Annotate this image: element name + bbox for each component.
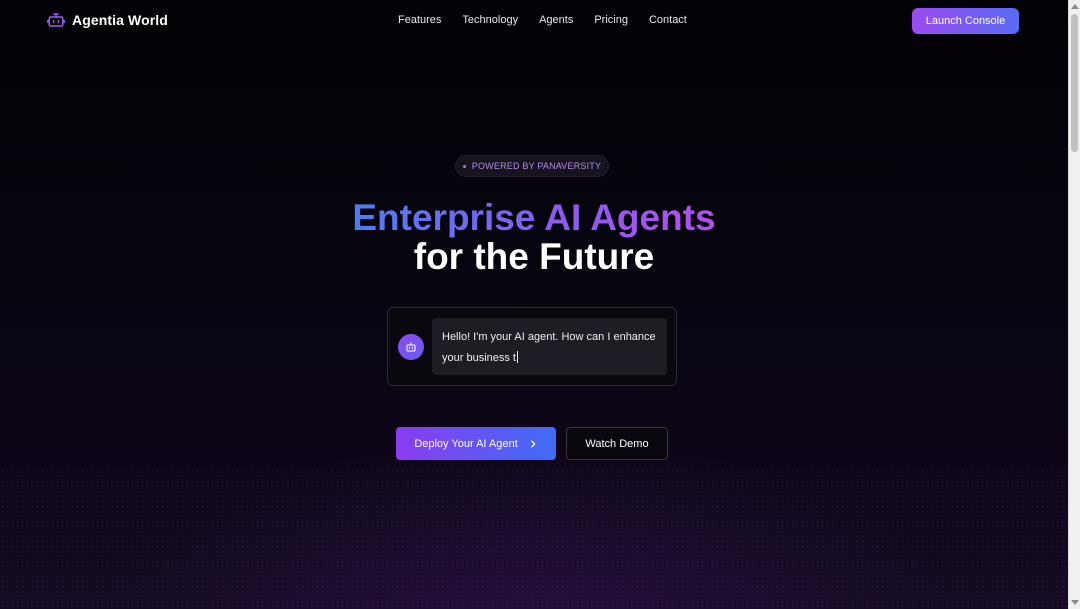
page: Agentia World Features Technology Agents… [0, 0, 1068, 609]
chevron-right-icon [530, 439, 535, 448]
top-nav: Agentia World Features Technology Agents… [0, 0, 1068, 42]
brand-logo[interactable]: Agentia World [47, 11, 168, 29]
watch-demo-button[interactable]: Watch Demo [566, 427, 668, 460]
hero-title-line1: Enterprise AI Agents [0, 196, 1068, 240]
powered-by-badge: POWERED BY PANAVERSITY [455, 155, 609, 177]
badge-text: POWERED BY PANAVERSITY [471, 161, 602, 171]
deploy-agent-button[interactable]: Deploy Your AI Agent [396, 427, 556, 460]
robot-icon [406, 342, 416, 352]
page-scrollbar[interactable] [1068, 0, 1080, 609]
hero-title-line2: for the Future [413, 236, 655, 277]
hero-title-gradient-text: Enterprise AI Agents [352, 197, 716, 238]
bot-avatar [398, 334, 424, 360]
nav-links: Features Technology Agents Pricing Conta… [398, 14, 687, 26]
nav-link-technology[interactable]: Technology [462, 14, 518, 26]
scroll-thumb[interactable] [1071, 14, 1078, 152]
nav-link-agents[interactable]: Agents [539, 14, 573, 26]
chat-bubble: Hello! I'm your AI agent. How can I enha… [432, 318, 667, 375]
typing-caret [516, 351, 518, 363]
dot-icon [462, 164, 466, 168]
brand-name: Agentia World [72, 12, 168, 28]
scroll-down-arrow-icon[interactable] [1071, 600, 1079, 605]
nav-link-features[interactable]: Features [398, 14, 441, 26]
chat-message: Hello! I'm your AI agent. How can I enha… [442, 331, 656, 364]
nav-link-pricing[interactable]: Pricing [594, 14, 628, 26]
chat-preview-card: Hello! I'm your AI agent. How can I enha… [387, 307, 677, 386]
robot-icon [47, 13, 65, 27]
launch-console-button[interactable]: Launch Console [912, 8, 1019, 34]
scroll-up-arrow-icon[interactable] [1071, 4, 1079, 9]
nav-link-contact[interactable]: Contact [649, 14, 687, 26]
deploy-agent-label: Deploy Your AI Agent [414, 437, 518, 450]
